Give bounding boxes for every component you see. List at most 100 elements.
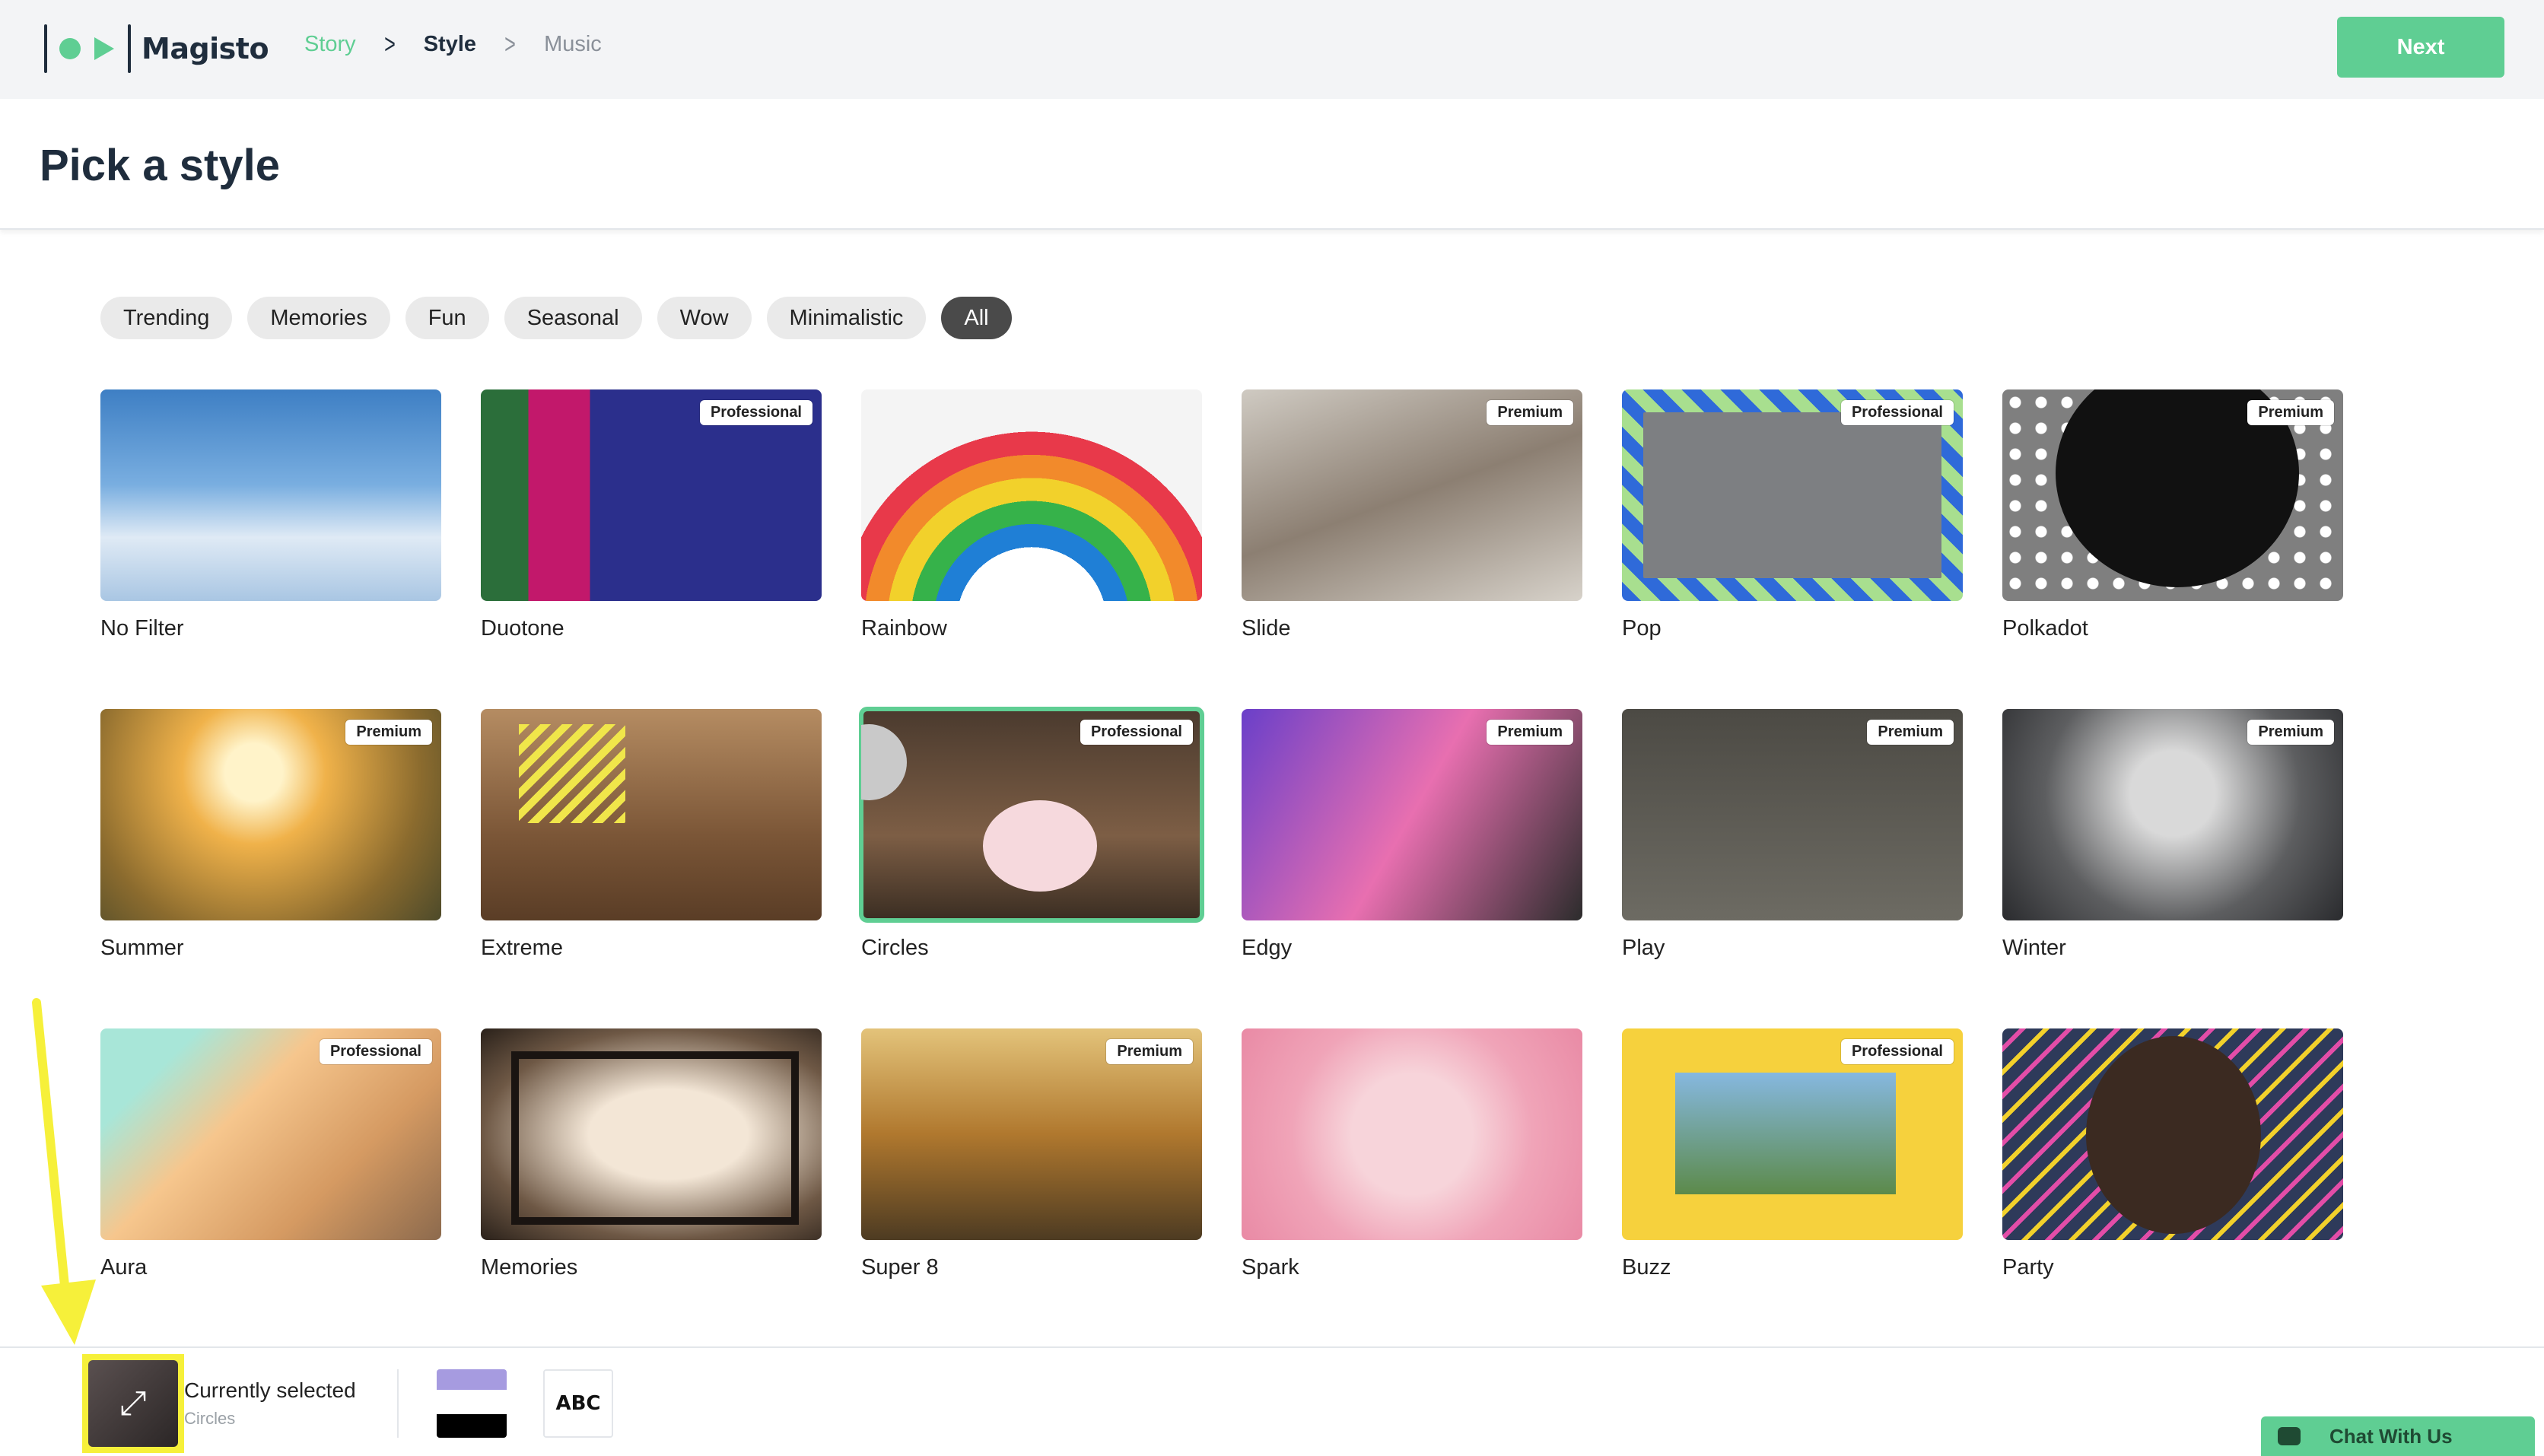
style-label: Circles [861, 936, 929, 960]
tier-badge: Premium [1487, 720, 1573, 745]
style-thumbnail[interactable]: Professional [1622, 1028, 1963, 1240]
divider [397, 1369, 399, 1438]
style-thumbnail[interactable] [861, 389, 1202, 601]
pop-inner-photo [1643, 412, 1941, 578]
style-card-polkadot[interactable]: Premium Polkadot [2002, 389, 2343, 641]
style-thumbnail[interactable]: Premium [100, 709, 441, 920]
filter-wow[interactable]: Wow [657, 297, 752, 339]
chat-with-us-button[interactable]: Chat With Us [2261, 1416, 2535, 1456]
chevron-right-icon: > [504, 28, 516, 59]
title-band: Pick a style [0, 99, 2544, 230]
tier-badge: Professional [1080, 720, 1193, 745]
style-label: Edgy [1242, 936, 1293, 960]
breadcrumb-music[interactable]: Music [544, 32, 602, 57]
style-card-super-8[interactable]: Premium Super 8 [861, 1028, 1202, 1280]
brand-name: Magisto [142, 32, 269, 65]
logo-dot-icon [59, 38, 81, 59]
filter-fun[interactable]: Fun [405, 297, 489, 339]
selected-style-thumbnail[interactable]: ⤢ [82, 1354, 184, 1453]
style-label: Polkadot [2002, 616, 2088, 641]
logo-bar-left [44, 24, 47, 73]
font-swatch[interactable]: ABC [543, 1369, 613, 1438]
style-thumbnail[interactable] [481, 709, 822, 920]
style-card-spark[interactable]: Spark [1242, 1028, 1582, 1280]
currently-selected-label: Currently selected [184, 1378, 356, 1402]
filter-memories[interactable]: Memories [247, 297, 390, 339]
style-card-party[interactable]: Party [2002, 1028, 2343, 1280]
style-card-slide[interactable]: Premium Slide [1242, 389, 1582, 641]
style-thumbnail[interactable]: Professional [100, 1028, 441, 1240]
swatch-color-bottom [437, 1413, 507, 1438]
filter-minimalistic[interactable]: Minimalistic [766, 297, 927, 339]
chat-bubble-icon [2278, 1427, 2301, 1445]
tier-badge: Premium [1867, 720, 1954, 745]
tier-badge: Premium [2247, 400, 2334, 425]
party-subject [2086, 1036, 2261, 1234]
style-thumbnail[interactable]: Professional [481, 389, 822, 601]
style-thumbnail[interactable] [1242, 1028, 1582, 1240]
filter-trending[interactable]: Trending [100, 297, 233, 339]
style-thumbnail[interactable]: Professional [1622, 389, 1963, 601]
logo-play-icon [94, 37, 114, 60]
chevron-right-icon: > [383, 28, 396, 59]
buzz-inner-photo [1675, 1073, 1896, 1194]
style-card-circles[interactable]: Professional Circles [859, 707, 1204, 961]
breadcrumb: Story > Style > Music [304, 30, 602, 58]
style-label: Super 8 [861, 1255, 939, 1280]
style-thumbnail[interactable]: Professional [859, 707, 1204, 923]
style-card-extreme[interactable]: Extreme [481, 709, 822, 961]
style-thumbnail[interactable]: Premium [1242, 709, 1582, 920]
style-thumbnail[interactable] [100, 389, 441, 601]
style-label: No Filter [100, 616, 184, 641]
style-thumbnail[interactable] [2002, 1028, 2343, 1240]
tier-badge: Premium [2247, 720, 2334, 745]
filter-seasonal[interactable]: Seasonal [504, 297, 642, 339]
style-thumbnail[interactable]: Premium [2002, 709, 2343, 920]
style-label: Aura [100, 1255, 148, 1280]
next-button[interactable]: Next [2337, 17, 2504, 78]
style-label: Duotone [481, 616, 564, 641]
style-label: Spark [1242, 1255, 1299, 1280]
page-title: Pick a style [40, 141, 280, 190]
style-card-summer[interactable]: Premium Summer [100, 709, 441, 961]
style-thumbnail[interactable]: Premium [1242, 389, 1582, 601]
style-thumbnail[interactable] [481, 1028, 822, 1240]
expand-icon[interactable]: ⤢ [88, 1360, 178, 1447]
style-label: Summer [100, 936, 184, 960]
chat-label: Chat With Us [2329, 1424, 2453, 1448]
filter-chips: Trending Memories Fun Seasonal Wow Minim… [100, 297, 1027, 339]
style-label: Rainbow [861, 616, 947, 641]
magisto-logo[interactable]: Magisto [44, 20, 269, 78]
circle-shape [861, 724, 907, 800]
tier-badge: Premium [1106, 1039, 1193, 1064]
style-card-memories[interactable]: Memories [481, 1028, 822, 1280]
style-card-duotone[interactable]: Professional Duotone [481, 389, 822, 641]
style-card-no-filter[interactable]: No Filter [100, 389, 441, 641]
color-palette-swatch[interactable] [437, 1369, 507, 1438]
style-label: Party [2002, 1255, 2054, 1280]
style-label: Memories [481, 1255, 578, 1280]
style-card-play[interactable]: Premium Play [1622, 709, 1963, 961]
tier-badge: Professional [699, 400, 812, 425]
breadcrumb-style: Style [423, 31, 477, 56]
style-card-pop[interactable]: Professional Pop [1622, 389, 1963, 641]
style-card-rainbow[interactable]: Rainbow [861, 389, 1202, 641]
logo-bar-right [128, 24, 131, 73]
currently-selected-value: Circles [184, 1409, 236, 1428]
style-card-buzz[interactable]: Professional Buzz [1622, 1028, 1963, 1280]
style-thumbnail[interactable]: Premium [1622, 709, 1963, 920]
style-thumbnail[interactable]: Premium [861, 1028, 1202, 1240]
style-card-edgy[interactable]: Premium Edgy [1242, 709, 1582, 961]
style-label: Extreme [481, 936, 563, 960]
circle-shape [983, 800, 1097, 892]
style-card-aura[interactable]: Professional Aura [100, 1028, 441, 1280]
tier-badge: Professional [1840, 400, 1954, 425]
filter-all[interactable]: All [941, 297, 1012, 339]
style-thumbnail[interactable]: Premium [2002, 389, 2343, 601]
breadcrumb-story[interactable]: Story [304, 32, 356, 57]
extreme-stripe [519, 724, 625, 823]
style-card-winter[interactable]: Premium Winter [2002, 709, 2343, 961]
top-bar: Magisto Story > Style > Music Next [0, 0, 2544, 99]
swatch-color-top [437, 1369, 507, 1390]
bottom-bar [0, 1346, 2544, 1456]
